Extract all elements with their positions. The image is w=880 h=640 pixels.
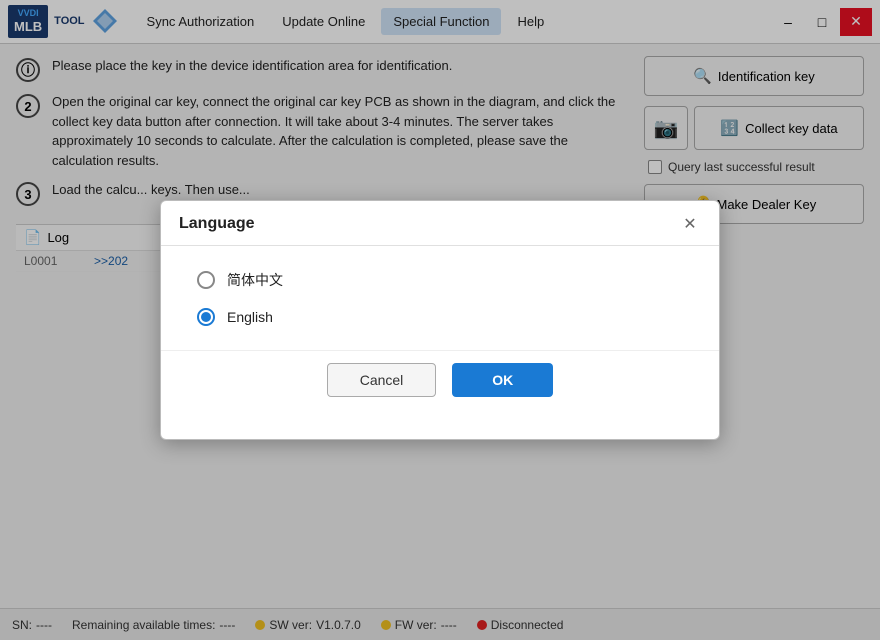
modal-footer: Cancel OK xyxy=(161,350,719,415)
modal-ok-button[interactable]: OK xyxy=(452,363,553,397)
modal-close-button[interactable]: ✕ xyxy=(679,213,701,235)
language-modal: Language ✕ 简体中文 English Cancel OK xyxy=(160,200,720,440)
radio-en-label: English xyxy=(227,309,273,325)
modal-overlay: Language ✕ 简体中文 English Cancel OK xyxy=(0,0,880,640)
radio-row-en[interactable]: English xyxy=(197,308,683,326)
radio-en-inner xyxy=(201,312,211,322)
radio-row-zh[interactable]: 简体中文 xyxy=(197,270,683,290)
modal-cancel-button[interactable]: Cancel xyxy=(327,363,437,397)
radio-zh-label: 简体中文 xyxy=(227,270,283,290)
modal-title: Language xyxy=(179,215,255,233)
radio-zh[interactable] xyxy=(197,271,215,289)
modal-body: 简体中文 English xyxy=(161,246,719,350)
modal-header: Language ✕ xyxy=(161,201,719,246)
radio-en[interactable] xyxy=(197,308,215,326)
